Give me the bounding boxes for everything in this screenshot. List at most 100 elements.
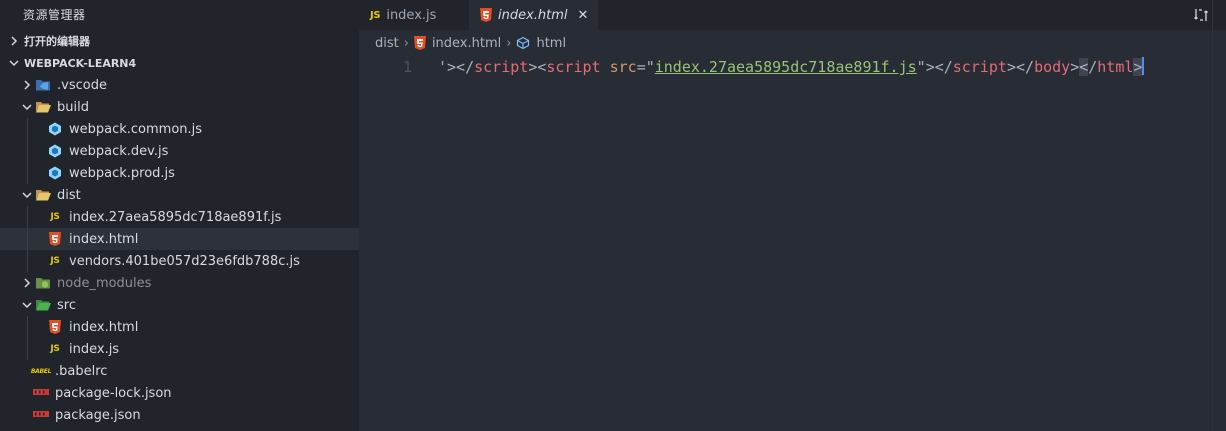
indent-guide <box>27 338 28 360</box>
node-folder-icon <box>35 275 51 291</box>
indent-guide <box>27 118 28 140</box>
folder-dist[interactable]: dist <box>0 184 359 206</box>
symbol-element-icon <box>517 36 530 50</box>
tree-item-label: package.json <box>55 407 141 423</box>
breadcrumb: dist › index.html › html <box>359 30 1226 56</box>
indent-guide <box>27 228 28 250</box>
split-compare-icon[interactable] <box>1193 7 1209 23</box>
html5-icon <box>47 231 63 247</box>
folder-vscode[interactable]: .vscode <box>0 74 359 96</box>
js-icon: JS <box>370 9 381 21</box>
tree-item-label: vendors.401be057d23e6fdb788c.js <box>69 253 300 269</box>
file-webpack-common-js[interactable]: webpack.common.js <box>0 118 359 140</box>
tab-label: index.js <box>386 7 437 23</box>
folder-src[interactable]: src <box>0 294 359 316</box>
tab-index-html[interactable]: index.html ✕ <box>469 0 599 30</box>
breadcrumb-symbol[interactable]: html <box>536 36 566 51</box>
indent-guide <box>27 140 28 162</box>
tree-item-label: webpack.prod.js <box>69 165 175 181</box>
html5-icon <box>47 319 63 335</box>
file-index-html[interactable]: index.html <box>0 316 359 338</box>
chevron-down-icon[interactable] <box>21 101 33 113</box>
folder-open-icon <box>35 99 51 115</box>
file-package-lock-json[interactable]: package-lock.json <box>0 382 359 404</box>
code-token: " <box>916 58 926 76</box>
tab-index-js[interactable]: JS index.js <box>359 0 469 30</box>
project-section[interactable]: WEBPACK-LEARN4 <box>0 52 359 74</box>
js-icon: JS <box>50 212 60 222</box>
file-vendors-401be057d23e6fdb788c-js[interactable]: JS vendors.401be057d23e6fdb788c.js <box>0 250 359 272</box>
twistie[interactable] <box>19 299 35 311</box>
babel-icon: BABEL <box>30 367 52 375</box>
code-token: body <box>1034 58 1071 76</box>
code-token: script <box>474 58 529 76</box>
twistie[interactable] <box>19 79 35 91</box>
code-token: html <box>1097 58 1134 76</box>
js-icon: JS <box>50 344 60 354</box>
indent-guide <box>27 250 28 272</box>
indent-guide <box>27 316 28 338</box>
tree-item-label: node_modules <box>57 275 152 291</box>
file-webpack-dev-js[interactable]: webpack.dev.js <box>0 140 359 162</box>
tree-item-label: webpack.dev.js <box>69 143 169 159</box>
file-index-js[interactable]: JS index.js <box>0 338 359 360</box>
file-webpack-prod-js[interactable]: webpack.prod.js <box>0 162 359 184</box>
tree-item-label: index.js <box>69 341 120 357</box>
webpack-icon <box>47 143 63 159</box>
file-index-html[interactable]: index.html <box>0 228 359 250</box>
file-index-27aea5895dc718ae891f-js[interactable]: JS index.27aea5895dc718ae891f.js <box>0 206 359 228</box>
tree-item-label: .vscode <box>57 77 107 93</box>
tree-item-label: index.html <box>69 319 139 335</box>
html5-icon <box>480 8 492 22</box>
code-token: > <box>1070 58 1080 76</box>
code-token: script <box>546 58 601 76</box>
open-editors-section[interactable]: 打开的编辑器 <box>0 30 359 52</box>
code-token: ></ <box>1006 58 1035 76</box>
close-icon[interactable]: ✕ <box>578 8 589 23</box>
tree-item-label: .babelrc <box>55 363 108 379</box>
folder-build[interactable]: build <box>0 96 359 118</box>
npm-icon <box>33 407 49 423</box>
twistie[interactable] <box>19 189 35 201</box>
tree-item-label: src <box>57 297 76 313</box>
npm-icon <box>33 385 49 401</box>
tab-bar: JS index.js index.html ✕ <box>359 0 1226 30</box>
code-token: > <box>1133 58 1143 76</box>
code-line: 1 '></script><script src="index.27aea589… <box>359 56 1226 78</box>
tree-item-label: package-lock.json <box>55 385 172 401</box>
breadcrumb-dist[interactable]: dist <box>375 36 399 51</box>
html5-icon <box>413 36 426 50</box>
folder-node-modules[interactable]: node_modules <box>0 272 359 294</box>
tree-item-label: index.27aea5895dc718ae891f.js <box>69 209 282 225</box>
chevron-right-icon[interactable] <box>21 79 33 91</box>
src-folder-icon <box>35 297 51 313</box>
code-token: script <box>952 58 1007 76</box>
code-token: / <box>1088 58 1098 76</box>
tree-item-label: index.html <box>69 231 139 247</box>
chevron-right-icon[interactable] <box>21 277 33 289</box>
twistie[interactable] <box>19 101 35 113</box>
chevron-right-icon: › <box>506 35 512 51</box>
code-token: index.27aea5895dc718ae891f.js <box>654 58 917 76</box>
indent-guide <box>27 206 28 228</box>
code-token: ' <box>438 58 448 76</box>
code-token: ></ <box>925 58 953 76</box>
breadcrumb-file[interactable]: index.html <box>432 36 501 51</box>
indent-guide <box>27 162 28 184</box>
chevron-down-icon[interactable] <box>21 189 33 201</box>
scrollbar[interactable] <box>1212 0 1226 431</box>
project-name: WEBPACK-LEARN4 <box>24 56 137 70</box>
code-token: < <box>1079 58 1089 76</box>
code-editor[interactable]: 1 '></script><script src="index.27aea589… <box>359 56 1226 431</box>
text-cursor <box>1142 57 1145 75</box>
webpack-icon <box>47 121 63 137</box>
file-tree: .vscode build webpack.common.js webpack.dev… <box>0 74 359 426</box>
code-token: =" <box>636 58 655 76</box>
folder-open-icon <box>35 187 51 203</box>
file-package-json[interactable]: package.json <box>0 404 359 426</box>
twistie[interactable] <box>19 277 35 289</box>
js-icon: JS <box>50 256 60 266</box>
code-token: src <box>609 58 637 76</box>
file-babelrc[interactable]: BABEL .babelrc <box>0 360 359 382</box>
chevron-down-icon[interactable] <box>21 299 33 311</box>
